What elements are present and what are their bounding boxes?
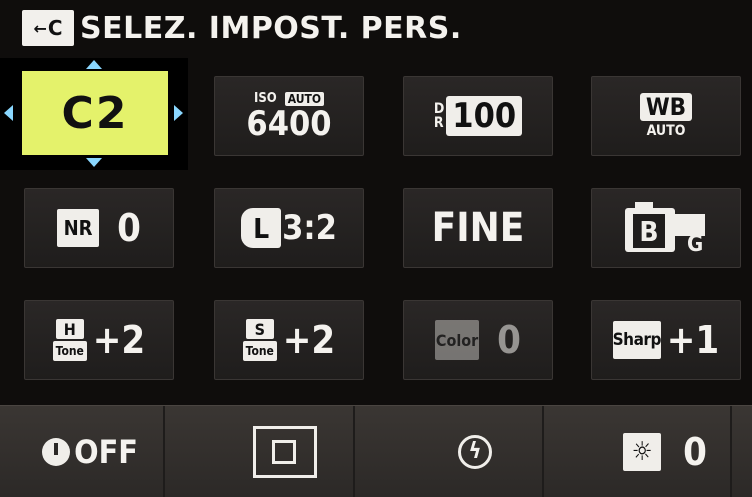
- dynamic-range-tile[interactable]: D R 100: [403, 76, 553, 156]
- image-quality-value: FINE: [431, 205, 525, 251]
- sharpness-label: Sharp: [613, 321, 661, 359]
- image-quality-tile[interactable]: FINE: [403, 188, 553, 268]
- self-timer-value: OFF: [74, 432, 138, 471]
- shadow-tone-icon: S Tone: [242, 319, 277, 361]
- white-balance-label: WB: [639, 93, 693, 121]
- noise-reduction-label: NR: [57, 209, 100, 247]
- white-balance-tile[interactable]: WB AUTO: [591, 76, 741, 156]
- custom-setting-value: C2: [61, 87, 129, 139]
- arrow-up-icon: [86, 60, 102, 69]
- film-simulation-tile[interactable]: B G: [591, 188, 741, 268]
- brightness-value: 0: [683, 429, 707, 474]
- noise-reduction-value: 0: [117, 206, 141, 250]
- dynamic-range-icon: D R: [433, 101, 445, 131]
- brightness-setting[interactable]: ☼ 0: [600, 406, 730, 497]
- dynamic-range-value: 100: [446, 96, 523, 136]
- arrow-left-icon: [4, 105, 13, 121]
- shadow-tone-value: +2: [282, 318, 336, 362]
- image-size-tile[interactable]: L 3:2: [214, 188, 364, 268]
- flash-setting[interactable]: ϟ: [410, 406, 540, 497]
- custom-setting-tile[interactable]: C2: [22, 71, 168, 155]
- white-balance-mode: AUTO: [646, 123, 686, 139]
- header: ← C SELEZ. IMPOST. PERS.: [22, 8, 462, 48]
- iso-tile[interactable]: ISO AUTO 6400: [214, 76, 364, 156]
- iso-value: 6400: [246, 104, 332, 144]
- sharpness-value: +1: [666, 318, 720, 362]
- back-icon[interactable]: ← C: [22, 10, 74, 46]
- self-timer-setting[interactable]: OFF: [30, 406, 150, 497]
- page-title: SELEZ. IMPOST. PERS.: [80, 10, 462, 46]
- self-timer-icon: [42, 437, 71, 466]
- arrow-down-icon: [86, 158, 102, 167]
- highlight-tone-icon: H Tone: [52, 319, 87, 361]
- highlight-tone-value: +2: [92, 318, 146, 362]
- sharpness-tile[interactable]: Sharp +1: [591, 300, 741, 380]
- color-label: Color: [435, 320, 480, 360]
- highlight-tone-tile[interactable]: H Tone +2: [24, 300, 174, 380]
- flash-auto-icon: ϟ: [458, 434, 492, 469]
- noise-reduction-tile[interactable]: NR 0: [24, 188, 174, 268]
- image-size-icon: L: [241, 208, 282, 248]
- image-ratio: 3:2: [282, 208, 337, 248]
- brightness-icon: ☼: [623, 432, 662, 471]
- color-value: 0: [497, 318, 521, 362]
- color-tile[interactable]: Color 0: [403, 300, 553, 380]
- shadow-tone-tile[interactable]: S Tone +2: [214, 300, 364, 380]
- arrow-right-icon: [174, 105, 183, 121]
- af-mode-setting[interactable]: [220, 406, 350, 497]
- bottom-status-bar: OFF ϟ ☼ 0: [0, 405, 752, 497]
- af-frame-icon: [253, 425, 317, 478]
- film-simulation-icon: B G: [621, 200, 711, 257]
